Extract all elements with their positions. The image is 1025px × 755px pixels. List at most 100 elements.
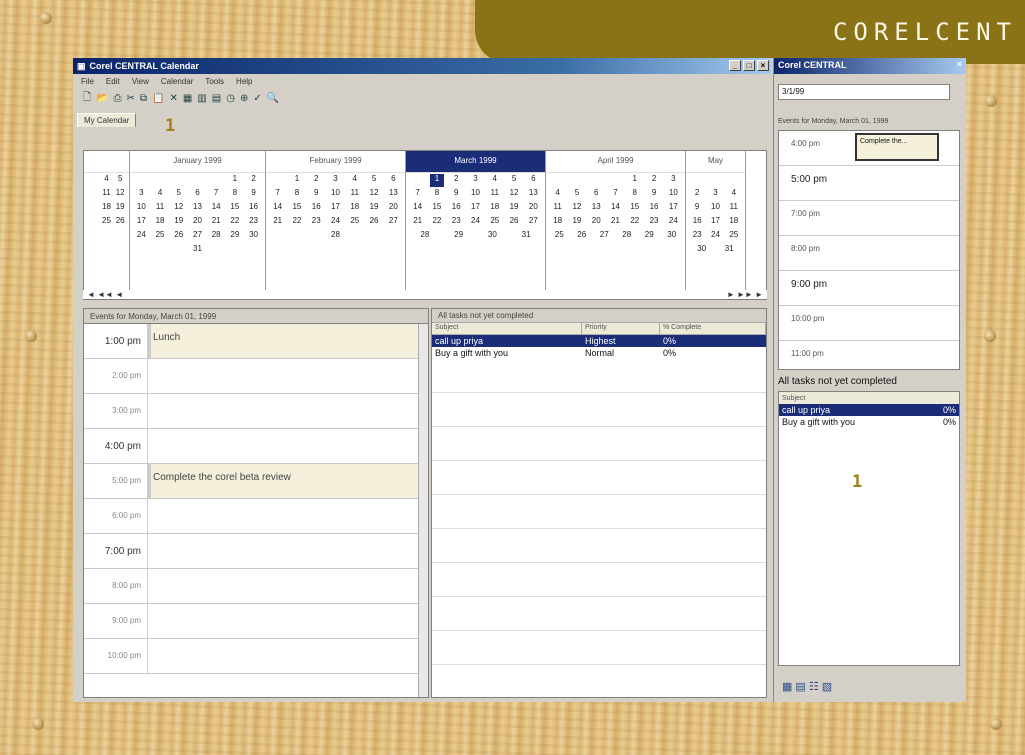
- month-day[interactable]: 8: [430, 188, 444, 201]
- month-day[interactable]: 1: [290, 174, 304, 187]
- month-day[interactable]: 10: [134, 202, 148, 215]
- month-day[interactable]: 2: [690, 188, 704, 201]
- month-day[interactable]: 20: [386, 202, 400, 215]
- month-day[interactable]: 12: [507, 188, 521, 201]
- month-day[interactable]: 25: [348, 216, 362, 229]
- event-icon[interactable]: ⊕: [240, 93, 248, 104]
- month-day[interactable]: 24: [328, 216, 342, 229]
- month-title[interactable]: April 1999: [546, 151, 685, 173]
- month-day[interactable]: [190, 174, 204, 187]
- month-day[interactable]: 23: [690, 230, 704, 243]
- month-day[interactable]: 19: [507, 202, 521, 215]
- scroll-right-icon[interactable]: ► ►► ►: [727, 290, 763, 299]
- month-day[interactable]: 27: [190, 230, 204, 243]
- month-day[interactable]: 13: [386, 188, 400, 201]
- copy-icon[interactable]: ⧉: [140, 93, 147, 104]
- month-day[interactable]: 5: [570, 188, 584, 201]
- time-slot[interactable]: 10:00 pm: [84, 639, 428, 674]
- month-day[interactable]: 18: [100, 202, 114, 215]
- month-day[interactable]: 4: [100, 174, 114, 187]
- month-day[interactable]: 3: [708, 188, 722, 201]
- month-day[interactable]: 1: [628, 174, 642, 187]
- month-day[interactable]: 24: [134, 230, 148, 243]
- month-day[interactable]: 22: [628, 216, 642, 229]
- month-day[interactable]: 30: [485, 230, 499, 243]
- month-title[interactable]: March 1999: [406, 151, 545, 173]
- month-day[interactable]: 9: [449, 188, 463, 201]
- month-day[interactable]: 24: [708, 230, 722, 243]
- slot-appointment[interactable]: [148, 534, 428, 568]
- month-day[interactable]: 23: [309, 216, 323, 229]
- scroll-left-icon[interactable]: ◄ ◄◄ ◄: [87, 290, 123, 299]
- side-task-column[interactable]: Subject: [779, 392, 959, 404]
- month-day[interactable]: 9: [247, 188, 261, 201]
- month-day[interactable]: 4: [551, 188, 565, 201]
- month-day[interactable]: 6: [589, 188, 603, 201]
- month-day[interactable]: 18: [727, 216, 741, 229]
- task-row[interactable]: Buy a gift with you Normal 0%: [432, 347, 766, 359]
- menu-item-calendar[interactable]: Calendar: [161, 77, 193, 86]
- month-day[interactable]: 29: [228, 230, 242, 243]
- month-day[interactable]: 11: [348, 188, 362, 201]
- month-day[interactable]: 3: [134, 188, 148, 201]
- month-day[interactable]: 3: [666, 174, 680, 187]
- slot-appointment[interactable]: [148, 359, 428, 393]
- month-day[interactable]: 19: [367, 202, 381, 215]
- month-day[interactable]: 14: [608, 202, 622, 215]
- day-view-icon[interactable]: ▦: [183, 93, 192, 104]
- month-day[interactable]: 28: [620, 230, 634, 243]
- month-day[interactable]: 9: [690, 202, 704, 215]
- month-day[interactable]: 25: [488, 216, 502, 229]
- time-slot[interactable]: 8:00 pm: [84, 569, 428, 604]
- time-slot[interactable]: 7:00 pm: [84, 534, 428, 569]
- month-day[interactable]: 20: [526, 202, 540, 215]
- month-day[interactable]: 3: [328, 174, 342, 187]
- month-day[interactable]: 12: [172, 202, 186, 215]
- month-day[interactable]: 25: [727, 230, 741, 243]
- month-day[interactable]: 12: [113, 188, 127, 201]
- month-day[interactable]: 18: [551, 216, 565, 229]
- month-day[interactable]: [716, 174, 730, 187]
- side-time-slot[interactable]: 8:00 pm: [779, 236, 959, 271]
- month-day[interactable]: 14: [411, 202, 425, 215]
- slot-appointment[interactable]: Complete the corel beta review: [148, 464, 428, 498]
- month-day[interactable]: 15: [228, 202, 242, 215]
- side-task-row[interactable]: Buy a gift with you 0%: [779, 416, 959, 428]
- month-day[interactable]: 30: [247, 230, 261, 243]
- month-day[interactable]: [702, 174, 716, 187]
- month-day[interactable]: 20: [589, 216, 603, 229]
- month-day[interactable]: 13: [190, 202, 204, 215]
- print-icon[interactable]: ⎙: [114, 93, 122, 104]
- new-icon[interactable]: 🗋: [83, 90, 91, 107]
- month-day[interactable]: 21: [411, 216, 425, 229]
- side-window-titlebar[interactable]: Corel CENTRAL ×: [774, 58, 966, 74]
- month-day[interactable]: [271, 174, 285, 187]
- month-title[interactable]: May: [686, 151, 745, 173]
- month-day[interactable]: 10: [468, 188, 482, 201]
- month-day[interactable]: 8: [628, 188, 642, 201]
- month-day[interactable]: 25: [552, 230, 566, 243]
- slot-appointment[interactable]: Lunch: [148, 324, 428, 358]
- contacts-icon[interactable]: ☷: [809, 680, 819, 693]
- month-day[interactable]: 11: [100, 188, 114, 201]
- close-button[interactable]: ×: [757, 60, 769, 71]
- time-slot[interactable]: 2:00 pm: [84, 359, 428, 394]
- side-time-slot[interactable]: 7:00 pm: [779, 201, 959, 236]
- month-day[interactable]: 7: [608, 188, 622, 201]
- month-day[interactable]: 20: [190, 216, 204, 229]
- month-day[interactable]: [86, 188, 100, 201]
- date-field[interactable]: 3/1/99: [778, 84, 950, 100]
- month-title[interactable]: February 1999: [266, 151, 405, 173]
- month-day[interactable]: 24: [468, 216, 482, 229]
- month-day[interactable]: 9: [647, 188, 661, 201]
- task-row[interactable]: call up priya Highest 0%: [432, 335, 766, 347]
- month-day[interactable]: [551, 174, 565, 187]
- paste-icon[interactable]: 📋: [152, 93, 164, 104]
- month-day[interactable]: 4: [727, 188, 741, 201]
- month-day[interactable]: 21: [271, 216, 285, 229]
- slot-appointment[interactable]: [148, 499, 428, 533]
- month-day[interactable]: 28: [418, 230, 432, 243]
- week-view-icon[interactable]: ▥: [197, 93, 206, 104]
- month-day[interactable]: 29: [452, 230, 466, 243]
- time-slot[interactable]: 4:00 pm: [84, 429, 428, 464]
